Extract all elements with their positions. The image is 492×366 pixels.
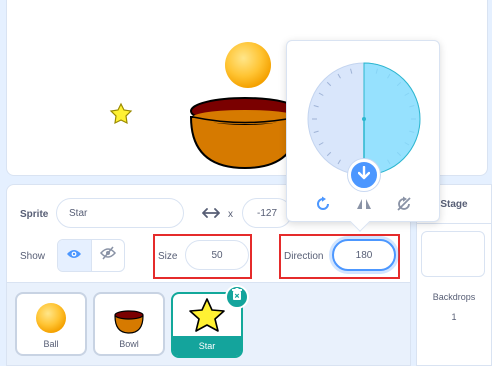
- size-value: 50: [211, 249, 223, 261]
- x-label: x: [228, 209, 233, 220]
- horizontal-arrows-icon: [202, 206, 220, 224]
- left-right-rotation-button[interactable]: [354, 196, 374, 216]
- size-input[interactable]: 50: [185, 240, 249, 270]
- sprite-name-input[interactable]: Star: [56, 198, 184, 228]
- bowl-sprite[interactable]: [189, 97, 301, 170]
- backdrops-count: 1: [451, 312, 457, 322]
- direction-input[interactable]: 180: [332, 239, 396, 271]
- direction-value: 180: [355, 249, 373, 261]
- no-rotation-icon: [396, 196, 412, 217]
- delete-sprite-button[interactable]: [225, 285, 249, 309]
- stage-panel-divider: [417, 223, 491, 224]
- show-visible-button[interactable]: [58, 240, 91, 271]
- dial-sector: [363, 62, 421, 176]
- dial-center: [362, 117, 366, 121]
- sprite-list: Ball Bowl Star: [6, 283, 411, 366]
- ball-thumbnail: [36, 303, 66, 333]
- bowl-thumbnail: [114, 310, 144, 334]
- sprite-tile-bowl[interactable]: Bowl: [93, 292, 165, 356]
- show-hidden-button[interactable]: [90, 240, 125, 271]
- sprite-tile-star[interactable]: Star: [171, 285, 249, 358]
- arrow-down-icon: [357, 165, 371, 185]
- sprite-tile-name: Ball: [43, 339, 59, 349]
- show-toggle-group: [57, 239, 125, 272]
- eye-slash-icon: [99, 246, 116, 265]
- rotate-all-around-icon: [315, 196, 331, 217]
- x-position-value: -127: [257, 207, 278, 219]
- ball-sprite[interactable]: [225, 42, 271, 88]
- stage-thumbnail[interactable]: [421, 231, 485, 277]
- sprite-tile-name: Star: [198, 341, 216, 351]
- eye-icon: [66, 247, 82, 265]
- x-position-input[interactable]: -127: [242, 198, 292, 228]
- sprite-tile-ball[interactable]: Ball: [15, 292, 87, 356]
- show-label: Show: [20, 251, 46, 262]
- size-label: Size: [158, 251, 178, 262]
- direction-popover: [286, 40, 440, 232]
- sprite-name-value: Star: [69, 207, 88, 219]
- sprite-tile-name: Bowl: [119, 339, 139, 349]
- dont-rotate-button[interactable]: [394, 196, 414, 216]
- sprite-label: Sprite: [20, 209, 49, 220]
- backdrops-label: Backdrops: [432, 292, 476, 302]
- direction-handle[interactable]: [348, 159, 380, 191]
- star-sprite[interactable]: [109, 102, 133, 125]
- all-around-rotation-button[interactable]: [313, 196, 333, 216]
- trash-icon: [231, 288, 243, 306]
- direction-label: Direction: [284, 251, 324, 262]
- flip-left-right-icon: [355, 197, 373, 216]
